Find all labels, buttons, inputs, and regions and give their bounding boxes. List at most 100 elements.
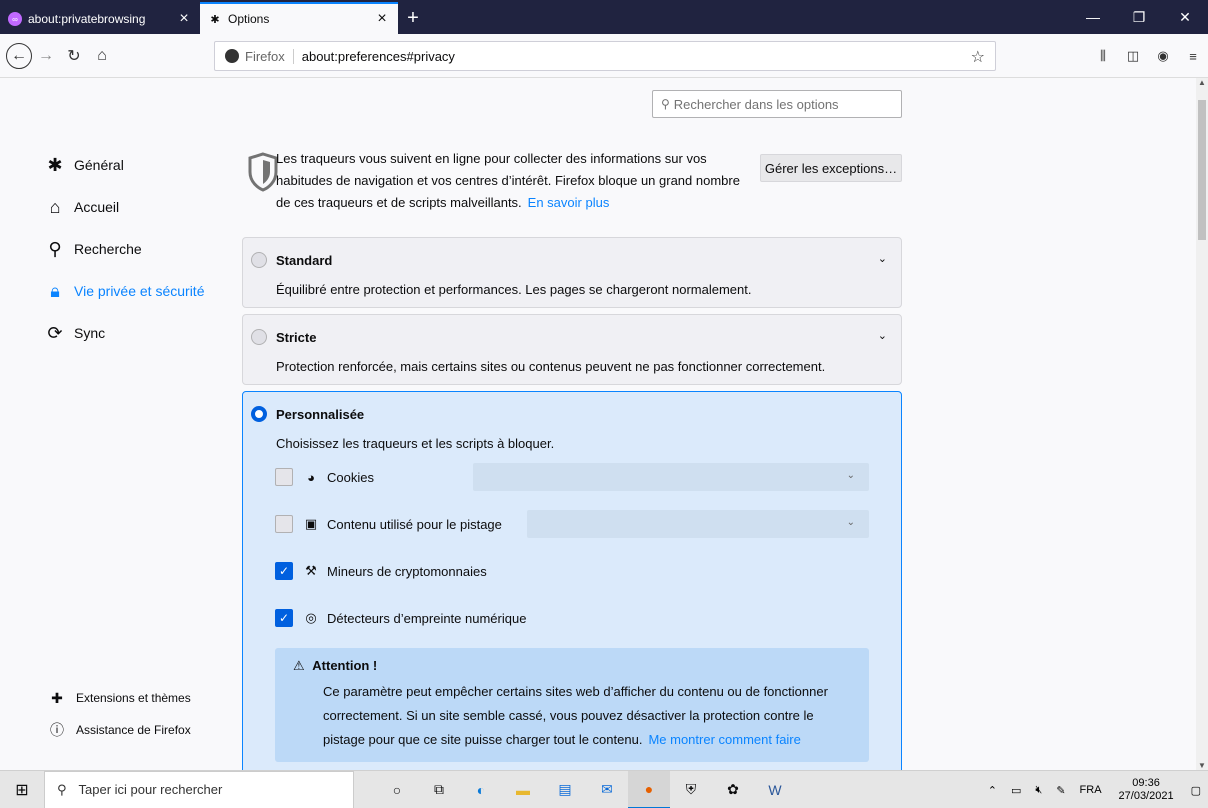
tab-strip: ∞ about:privatebrowsing × ✱ Options × + … bbox=[0, 0, 1208, 34]
pickaxe-icon: ⚒ bbox=[305, 563, 317, 578]
warning-title-text: Attention ! bbox=[312, 658, 378, 673]
window-controls: — ❐ ✕ bbox=[1070, 0, 1208, 34]
url-bar[interactable]: Firefox about:preferences#privacy ☆ bbox=[214, 41, 996, 71]
taskbar-search-placeholder: Taper ici pour rechercher bbox=[78, 782, 223, 797]
back-button[interactable]: ← bbox=[6, 42, 32, 69]
option-custom[interactable]: Personnalisée Choisissez les traqueurs e… bbox=[242, 391, 902, 770]
forward-button[interactable]: → bbox=[32, 42, 60, 70]
library-icon[interactable]: ⫼ bbox=[1088, 48, 1118, 64]
manage-exceptions-button[interactable]: Gérer les exceptions… bbox=[760, 154, 902, 182]
lock-icon: 🔒︎ bbox=[50, 280, 60, 301]
radio-custom[interactable] bbox=[251, 406, 267, 422]
sidebar-item-label: Général bbox=[74, 157, 124, 173]
pen-icon[interactable]: ✎ bbox=[1049, 784, 1072, 797]
notification-icon[interactable]: ▢ bbox=[1184, 784, 1208, 797]
firefox-icon[interactable]: ● bbox=[628, 770, 670, 808]
scroll-down-icon[interactable]: ▼ bbox=[1196, 761, 1208, 770]
warning-text: Ce paramètre peut empêcher certains site… bbox=[323, 680, 853, 752]
bookmark-star-icon[interactable]: ☆ bbox=[971, 47, 985, 67]
gear-icon: ✱ bbox=[47, 154, 63, 175]
tab-private-browsing[interactable]: ∞ about:privatebrowsing × bbox=[0, 4, 200, 34]
firefox-logo-icon bbox=[225, 49, 239, 63]
file-explorer-icon[interactable]: ▬ bbox=[502, 771, 544, 808]
edge-icon[interactable]: ◐ bbox=[460, 771, 502, 808]
app-icon[interactable]: ✿ bbox=[712, 771, 754, 808]
custom-row-cryptominers[interactable]: ✓ ⚒ Mineurs de cryptomonnaies bbox=[275, 556, 487, 586]
sidebar-item-home[interactable]: ⌂ Accueil bbox=[44, 186, 234, 228]
chevron-down-icon[interactable]: ⌄ bbox=[878, 329, 887, 342]
chevron-up-icon[interactable]: ⌃ bbox=[981, 784, 1004, 797]
sidebar-footer: ✚ Extensions et thèmes ⓘ Assistance de F… bbox=[46, 682, 246, 746]
url-text[interactable]: about:preferences#privacy bbox=[302, 49, 455, 64]
clock[interactable]: 09:36 27/03/2021 bbox=[1109, 777, 1184, 803]
taskbar-search-input[interactable]: ⚲ Taper ici pour rechercher bbox=[44, 770, 354, 808]
reload-button[interactable]: ↻ bbox=[60, 42, 88, 70]
home-button[interactable]: ⌂ bbox=[88, 42, 116, 70]
sidebar-item-label: Accueil bbox=[74, 199, 120, 215]
option-strict[interactable]: Stricte Protection renforcée, mais certa… bbox=[242, 314, 902, 385]
row-label: Contenu utilisé pour le pistage bbox=[327, 516, 502, 532]
word-icon[interactable]: W bbox=[754, 771, 796, 808]
navigation-bar: ← → ↻ ⌂ Firefox about:preferences#privac… bbox=[0, 34, 1208, 78]
option-description: Protection renforcée, mais certains site… bbox=[276, 359, 826, 374]
sidebar-item-privacy[interactable]: 🔒︎ Vie privée et sécurité bbox=[44, 270, 234, 312]
menu-icon[interactable]: ≡ bbox=[1178, 49, 1208, 64]
restore-button[interactable]: ❐ bbox=[1116, 0, 1162, 34]
battery-icon[interactable]: ▭ bbox=[1004, 784, 1028, 797]
cookies-checkbox[interactable] bbox=[275, 468, 293, 486]
tab-close-icon[interactable]: × bbox=[176, 10, 192, 28]
tab-close-icon[interactable]: × bbox=[374, 10, 390, 28]
warning-box: ⚠ Attention ! Ce paramètre peut empêcher… bbox=[275, 648, 869, 762]
tab-options[interactable]: ✱ Options × bbox=[200, 2, 398, 34]
intro-text: Les traqueurs vous suivent en ligne pour… bbox=[276, 148, 746, 214]
tab-title: Options bbox=[228, 12, 270, 26]
cryptominers-checkbox[interactable]: ✓ bbox=[275, 562, 293, 580]
custom-row-cookies[interactable]: ◕ Cookies bbox=[275, 462, 374, 492]
sidebar: ✱ Général ⌂ Accueil ⚲ Recherche 🔒︎ Vie p… bbox=[44, 144, 234, 354]
sidebar-item-extensions[interactable]: ✚ Extensions et thèmes bbox=[46, 682, 246, 714]
task-view-icon[interactable]: ⧉ bbox=[418, 771, 460, 808]
account-icon[interactable]: ◉ bbox=[1148, 48, 1178, 64]
taskbar-apps: ○ ⧉ ◐ ▬ ▤ ✉ ● ⛨ ✿ W bbox=[376, 770, 796, 808]
sync-icon: ⟳ bbox=[47, 322, 63, 343]
sidebar-item-support[interactable]: ⓘ Assistance de Firefox bbox=[46, 714, 246, 746]
sidebar-item-general[interactable]: ✱ Général bbox=[44, 144, 234, 186]
cortana-icon[interactable]: ○ bbox=[376, 771, 418, 808]
radio-standard[interactable] bbox=[251, 252, 267, 268]
sidebar-item-search[interactable]: ⚲ Recherche bbox=[44, 228, 234, 270]
custom-row-fingerprinters[interactable]: ✓ ◎ Détecteurs d’empreinte numérique bbox=[275, 603, 526, 633]
new-tab-button[interactable]: + bbox=[398, 4, 428, 34]
cookie-icon: ◕ bbox=[307, 469, 315, 485]
sidebar-item-sync[interactable]: ⟳ Sync bbox=[44, 312, 234, 354]
volume-muted-icon[interactable]: 🔇︎ bbox=[1028, 784, 1049, 797]
image-icon: ▣ bbox=[304, 516, 318, 531]
show-me-how-link[interactable]: Me montrer comment faire bbox=[648, 732, 800, 747]
mail-icon[interactable]: ✉ bbox=[586, 771, 628, 808]
identity-label: Firefox bbox=[245, 48, 294, 64]
learn-more-link[interactable]: En savoir plus bbox=[528, 195, 610, 210]
sidebar-toggle-icon[interactable]: ◫ bbox=[1118, 48, 1148, 64]
tracking-content-checkbox[interactable] bbox=[275, 515, 293, 533]
sidebar-item-label: Extensions et thèmes bbox=[76, 691, 191, 705]
search-input[interactable]: ⚲ Rechercher dans les options bbox=[652, 90, 902, 118]
option-standard[interactable]: Standard Équilibré entre protection et p… bbox=[242, 237, 902, 308]
custom-row-tracking-content[interactable]: ▣ Contenu utilisé pour le pistage bbox=[275, 509, 502, 539]
scrollbar-thumb[interactable] bbox=[1198, 100, 1206, 240]
warning-title: ⚠ Attention ! bbox=[293, 658, 377, 674]
chevron-down-icon[interactable]: ⌄ bbox=[878, 252, 887, 265]
fingerprinters-checkbox[interactable]: ✓ bbox=[275, 609, 293, 627]
radio-strict[interactable] bbox=[251, 329, 267, 345]
search-icon: ⚲ bbox=[57, 781, 67, 797]
tracking-content-select[interactable]: ⌄ bbox=[527, 510, 869, 538]
scroll-up-icon[interactable]: ▲ bbox=[1196, 78, 1208, 87]
language-indicator[interactable]: FRA bbox=[1073, 784, 1109, 796]
cookies-select[interactable]: ⌄ bbox=[473, 463, 869, 491]
security-icon[interactable]: ⛨ bbox=[670, 771, 712, 808]
sidebar-item-label: Assistance de Firefox bbox=[76, 723, 191, 737]
store-icon[interactable]: ▤ bbox=[544, 771, 586, 808]
page-scrollbar[interactable]: ▲ ▼ bbox=[1196, 78, 1208, 770]
windows-start-icon[interactable]: ⊞ bbox=[0, 771, 44, 808]
windows-taskbar: ⊞ ⚲ Taper ici pour rechercher ○ ⧉ ◐ ▬ ▤ … bbox=[0, 770, 1208, 808]
minimize-button[interactable]: — bbox=[1070, 0, 1116, 34]
close-window-button[interactable]: ✕ bbox=[1162, 0, 1208, 34]
